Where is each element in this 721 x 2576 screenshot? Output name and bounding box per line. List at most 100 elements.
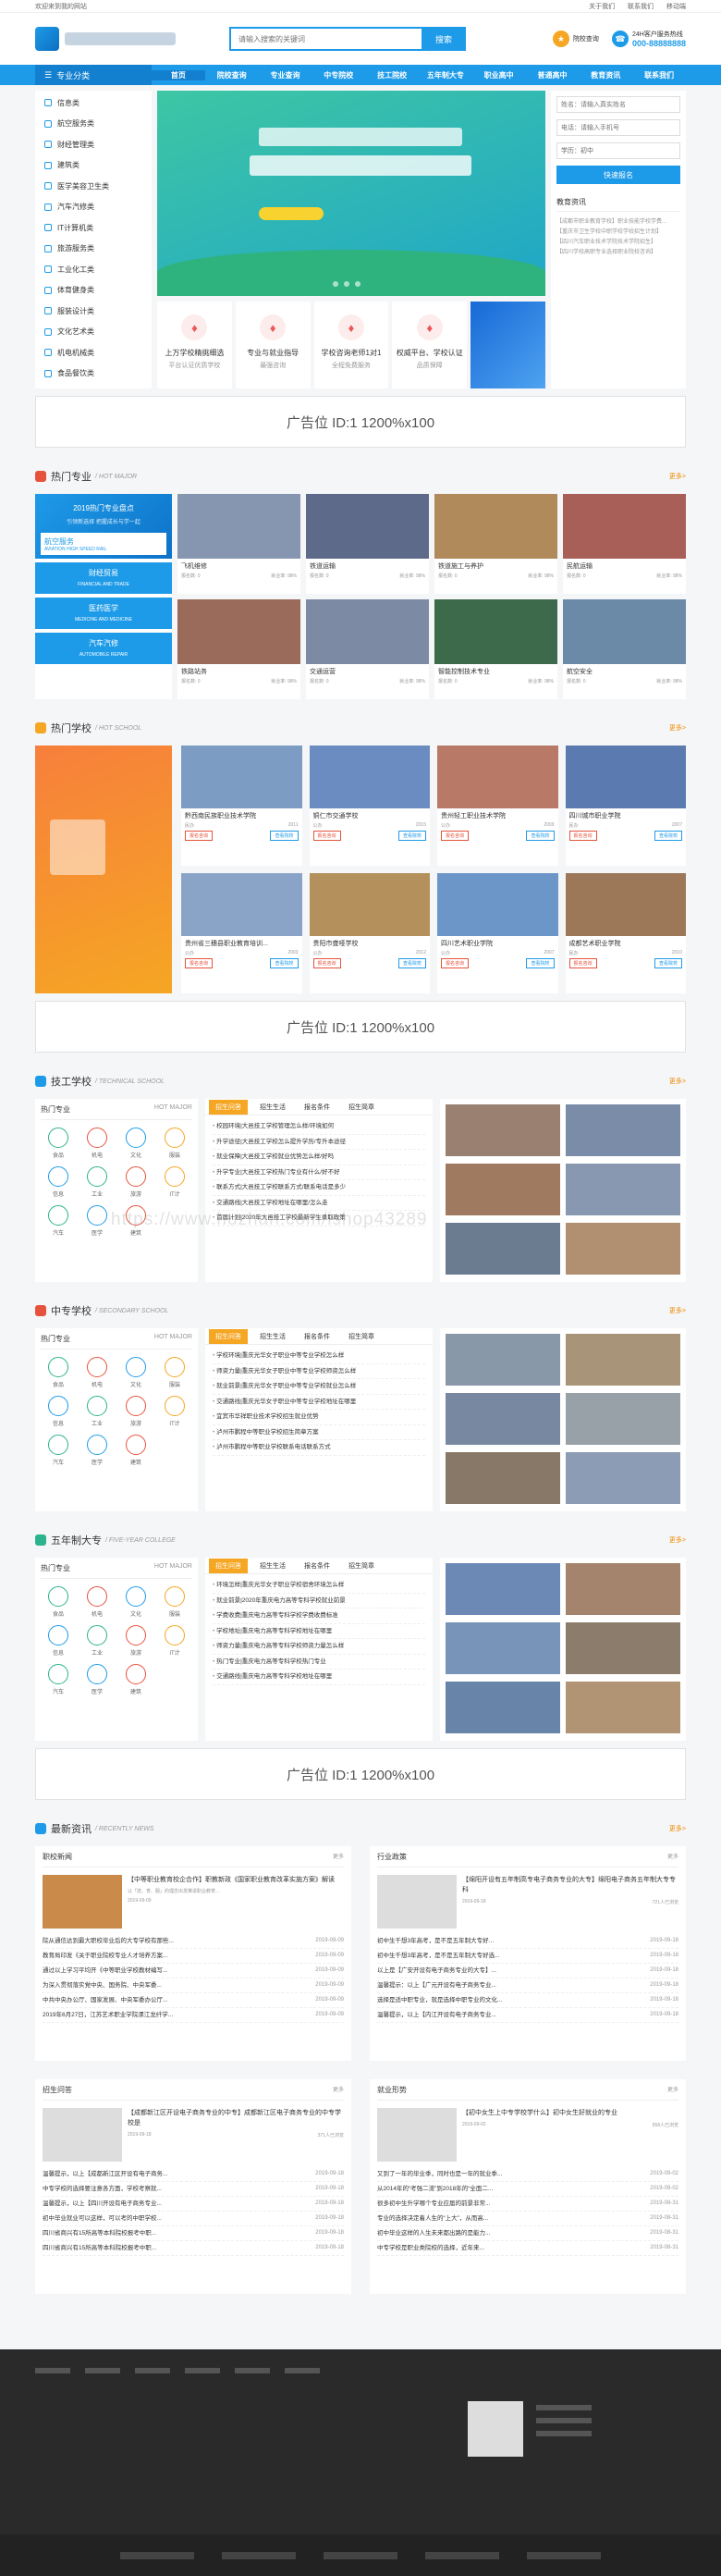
more-link[interactable]: 更多> <box>669 723 686 733</box>
feature-card[interactable]: ♦ 上万学校精挑细选 平台认证优质学校 <box>157 302 232 388</box>
list-item[interactable]: 四川省商兴有15所高等本科院校报考中职... 2019-09-18 <box>43 2226 344 2241</box>
category-item[interactable]: 医学美容卫生类 <box>35 176 152 197</box>
list-item[interactable]: 中专学校的选择要注意各方面，学校考察就... 2019-09-18 <box>43 2182 344 2197</box>
view-button[interactable]: 查看院校 <box>526 958 555 968</box>
list-item[interactable]: 升学途径|大邑技工学校怎么提升学历/专升本途径 <box>213 1135 425 1150</box>
major-card[interactable]: 交通运营 报名数: 0 就业率: 98% <box>306 599 429 699</box>
list-item[interactable]: 师资力量|重庆电力高等专科学校师资力量怎么样 <box>213 1639 425 1655</box>
nav-college[interactable]: 五年制大专 <box>419 70 472 80</box>
category-item[interactable]: 服装设计类 <box>35 301 152 322</box>
category-item[interactable]: 工业化工类 <box>35 259 152 280</box>
school-query-link[interactable]: ★ 院校查询 <box>552 31 599 47</box>
major-card[interactable]: 铁道运输 报名数: 0 就业率: 98% <box>306 494 429 594</box>
category-item[interactable]: 食品餐饮类 <box>35 364 152 385</box>
link-contact[interactable]: 联系我们 <box>628 4 654 10</box>
phone-field[interactable] <box>556 119 680 136</box>
list-item[interactable]: 泸州市鹏程中等职业学校招生简章方案 <box>213 1425 425 1440</box>
featured-news[interactable]: 【初中女生上中专学校学什么】初中女生好就业的专业 <box>462 2108 678 2118</box>
major-icon-item[interactable]: 工业 <box>79 1625 115 1657</box>
school-photos[interactable] <box>440 1558 686 1741</box>
list-item[interactable]: 就业保障|大邑技工学校就业优势怎么样/好吗 <box>213 1150 425 1165</box>
featured-news[interactable]: 【成都新江区开设电子商务专业的中专】成都新江区电子商务专业的中专学校是 <box>128 2108 344 2128</box>
category-item[interactable]: 建筑类 <box>35 155 152 177</box>
major-icon-item[interactable]: 工业 <box>79 1396 115 1427</box>
major-icon-item[interactable]: 机电 <box>79 1128 115 1159</box>
news-link[interactable]: 【重庆市卫生学校中职学校学校招生计划】 <box>556 228 680 238</box>
list-item[interactable]: 师资力量|重庆光华女子职业中等专业学校师资怎么样 <box>213 1364 425 1379</box>
major-icon-item[interactable]: 信息 <box>41 1625 76 1657</box>
category-item[interactable]: 文化艺术类 <box>35 322 152 343</box>
tab[interactable]: 招生问答 <box>209 1099 248 1115</box>
list-item[interactable]: 校园环境|大邑技工学校管理怎么样/环境如何 <box>213 1119 425 1135</box>
major-card[interactable]: 铁道施工与养护 报名数: 0 就业率: 98% <box>434 494 557 594</box>
major-icon-item[interactable]: IT计 <box>157 1166 192 1198</box>
school-promo[interactable] <box>35 746 172 993</box>
list-item[interactable]: 选择是适中职专业，就是选择中职专业的文化... 2019-09-18 <box>377 1993 678 2008</box>
apply-button[interactable]: 报名咨询 <box>312 831 341 841</box>
major-icon-item[interactable]: 建筑 <box>118 1664 153 1695</box>
list-item[interactable]: 教育局印发《关于职业院校专业人才培养方案... 2019-09-09 <box>43 1949 344 1964</box>
featured-news[interactable]: 【绵阳开设有五年制高专电子商务专业的大专】绵阳电子商务五年制大专专科 <box>462 1875 678 1895</box>
major-icon-item[interactable]: 食品 <box>41 1128 76 1159</box>
featured-news[interactable]: 【中等职业教育校企合作】职教新政《国家职业教育改革实施方案》解读 <box>128 1875 344 1885</box>
major-icon-item[interactable]: 汽车 <box>41 1435 76 1466</box>
major-tab-active[interactable]: 航空服务 AVIATION HIGH SPEED RAIL <box>41 533 166 555</box>
feature-card[interactable]: ♦ 专业与就业指导 最强咨询 <box>235 302 311 388</box>
major-icon-item[interactable]: IT计 <box>157 1396 192 1427</box>
link-mobile[interactable]: 移动端 <box>666 4 686 10</box>
more-link[interactable]: 更多 <box>667 1852 678 1862</box>
more-link[interactable]: 更多> <box>669 472 686 481</box>
school-card[interactable]: 贵州轻工职业技术学院 公办 2009 报名咨询 查看院校 <box>437 746 558 866</box>
list-item[interactable]: 联系方式|大邑技工学校联系方式/联系电话是多少 <box>213 1180 425 1196</box>
major-icon-item[interactable]: 信息 <box>41 1166 76 1198</box>
list-item[interactable]: 2019年6月27日，江苏艺术职业学院漯江龙纤学... 2019-09-09 <box>43 2008 344 2023</box>
major-icon-item[interactable]: 文化 <box>118 1128 153 1159</box>
tab[interactable]: 报名条件 <box>298 1329 336 1344</box>
major-icon-item[interactable]: 机电 <box>79 1586 115 1618</box>
feature-card[interactable]: ♦ 权威平台、学校认证 品质保障 <box>392 302 468 388</box>
major-icon-item[interactable]: 旅游 <box>118 1396 153 1427</box>
more-link[interactable]: 更多 <box>333 2085 344 2095</box>
major-icon-item[interactable]: 食品 <box>41 1357 76 1388</box>
major-icon-item[interactable]: 食品 <box>41 1586 76 1618</box>
major-icon-item[interactable]: 医学 <box>79 1664 115 1695</box>
major-icon-item[interactable]: 文化 <box>118 1586 153 1618</box>
footer-links[interactable] <box>35 2368 320 2373</box>
nav-contact[interactable]: 联系我们 <box>632 70 686 80</box>
list-item[interactable]: 专业的选择决定着人生的“上大”，从而高... 2019-08-31 <box>377 2212 678 2226</box>
link-about[interactable]: 关于我们 <box>589 4 615 10</box>
name-field[interactable] <box>556 96 680 113</box>
major-card[interactable]: 飞机维修 报名数: 0 就业率: 98% <box>177 494 300 594</box>
major-tab[interactable]: 医药医学 MEDICINE AND MEDICINE <box>35 598 172 629</box>
apply-button[interactable]: 报名咨询 <box>568 958 597 968</box>
list-item[interactable]: 就业前景|重庆光华女子职业中等专业学校就业怎么样 <box>213 1379 425 1395</box>
news-link[interactable]: 【四川汽车职业技术学院技术学院招生】 <box>556 238 680 248</box>
apply-button[interactable]: 报名咨询 <box>441 831 470 841</box>
list-item[interactable]: 泸州市鹏程中等职业学校联系电话联系方式 <box>213 1440 425 1456</box>
tab[interactable]: 招生生活 <box>253 1559 292 1573</box>
ad-slot[interactable]: 广告位 ID:1 1200%x100 <box>35 1001 686 1053</box>
school-card[interactable]: 铜仁市交通学校 公办 2015 报名咨询 查看院校 <box>309 746 430 866</box>
list-item[interactable]: 宜宾市华祥职业技术学校招生就业优势 <box>213 1410 425 1425</box>
more-link[interactable]: 更多> <box>669 1535 686 1545</box>
promo-image[interactable] <box>470 302 545 388</box>
more-link[interactable]: 更多> <box>669 1077 686 1086</box>
category-item[interactable]: IT计算机类 <box>35 217 152 239</box>
list-item[interactable]: 初中毕业就业可以这样，可以考的中职学校... 2019-09-18 <box>43 2212 344 2226</box>
apply-button[interactable]: 报名咨询 <box>568 831 597 841</box>
school-card[interactable]: 成都艺术职业学院 民办 2010 报名咨询 查看院校 <box>565 873 686 993</box>
major-card[interactable]: 智能控制技术专业 报名数: 0 就业率: 98% <box>434 599 557 699</box>
list-item[interactable]: 交通路线|重庆光华女子职业中等专业学校地址在哪里 <box>213 1395 425 1410</box>
major-icon-item[interactable]: 文化 <box>118 1357 153 1388</box>
hero-banner[interactable] <box>157 91 545 296</box>
list-item[interactable]: 四川省商兴有15所高等本科院校报考中职... 2019-09-18 <box>43 2241 344 2256</box>
list-item[interactable]: 温馨提示，以上【四川开设有电子商务专业... 2019-09-18 <box>43 2197 344 2212</box>
list-item[interactable]: 学校环境|重庆光华女子职业中等专业学校怎么样 <box>213 1349 425 1364</box>
ad-slot[interactable]: 广告位 ID:1 1200%x100 <box>35 396 686 448</box>
feature-card[interactable]: ♦ 学校咨询老师1对1 全程免费服务 <box>313 302 389 388</box>
major-icon-item[interactable]: 工业 <box>79 1166 115 1198</box>
list-item[interactable]: 升学专业|大邑技工学校热门专业有什么/好不好 <box>213 1165 425 1180</box>
tab[interactable]: 招生简章 <box>342 1559 381 1573</box>
list-item[interactable]: 中共中央办公厅、国家发展、中央军委办公厅... 2019-09-09 <box>43 1993 344 2008</box>
list-item[interactable]: 温馨提示，以上【内江开设有电子商务专业... 2019-09-18 <box>377 2008 678 2023</box>
